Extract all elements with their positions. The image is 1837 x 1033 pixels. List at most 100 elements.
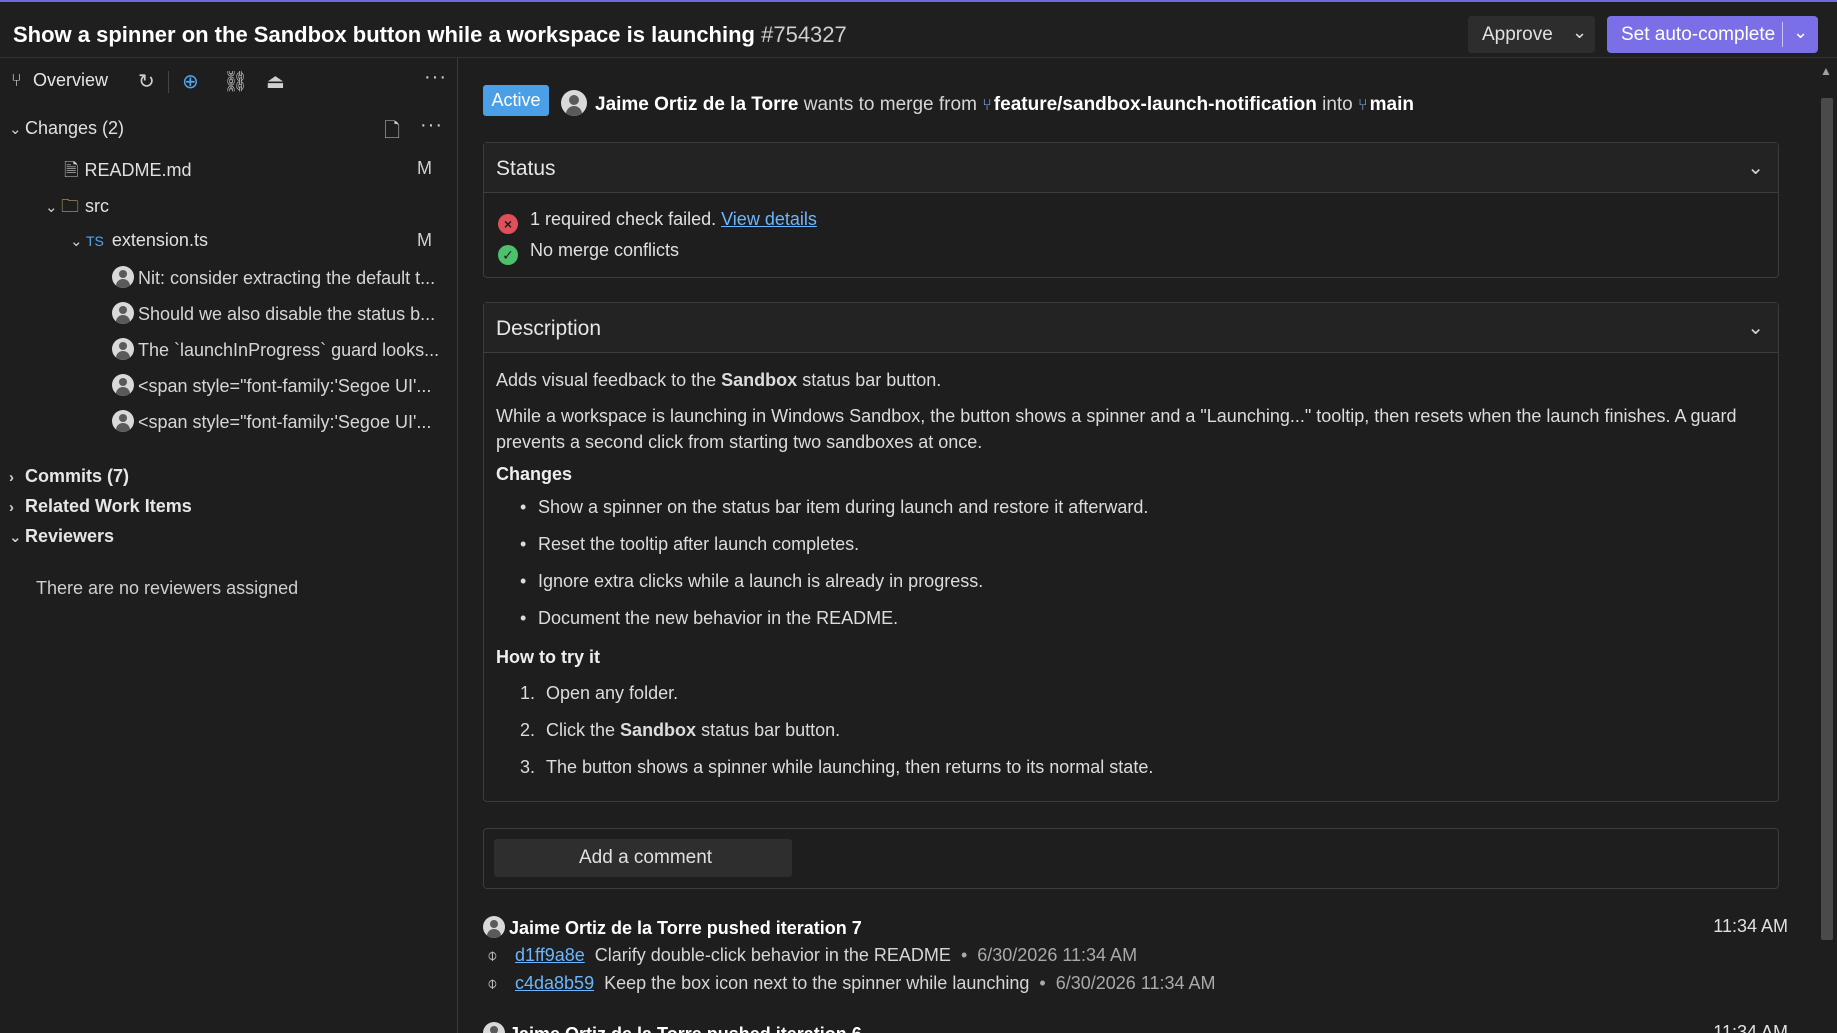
pull-request-view: Show a spinner on the Sandbox button whi… — [0, 0, 1837, 1033]
file-item-extension-ts[interactable]: ⌄ TS extension.ts — [70, 230, 208, 251]
pull-request-icon: ⑂ — [11, 70, 22, 90]
step-number: 1. — [520, 683, 536, 703]
no-reviewers-text: There are no reviewers assigned — [36, 578, 299, 598]
status-card-header[interactable]: Status ⌄ — [484, 143, 1778, 193]
reviewers-section-header[interactable]: ⌄ Reviewers — [9, 526, 114, 547]
modified-badge: M — [417, 158, 432, 178]
folder-icon: 🗀 — [61, 196, 79, 216]
commit-date: 6/30/2026 11:34 AM — [1055, 973, 1216, 993]
typescript-file-icon: TS — [86, 233, 104, 249]
comment-preview: <span style="font-family:'Segoe UI'... — [138, 376, 432, 396]
overview-label: Overview — [33, 70, 109, 90]
avatar — [112, 266, 134, 288]
scrollbar[interactable]: ▲ — [1815, 58, 1837, 1033]
no-conflicts-text: No merge conflicts — [530, 240, 680, 260]
intro-prefix: Adds visual feedback to the — [496, 370, 717, 390]
separator-dot: • — [1039, 973, 1046, 993]
comment-thread-item[interactable]: The `launchInProgress` guard looks... — [112, 338, 442, 361]
overview-button[interactable]: ⑂ Overview — [11, 70, 108, 91]
step-number: 2. — [520, 720, 536, 740]
merge-conflicts-row: ✓ No merge conflicts — [498, 240, 679, 265]
file-item-readme[interactable]: 🗎 README.md — [64, 158, 192, 188]
timeline-event: Jaime Ortiz de la Torre pushed iteration… — [483, 1022, 862, 1033]
description-intro: Adds visual feedback to the Sandbox stat… — [496, 367, 1766, 393]
commit-message: Clarify double-click behavior in the REA… — [594, 945, 951, 965]
commit-sha-link[interactable]: c4da8b59 — [515, 973, 594, 993]
comment-preview: Nit: consider extracting the default t..… — [138, 268, 436, 288]
chevron-down-icon: ⌄ — [70, 233, 83, 250]
folder-name: src — [85, 196, 109, 216]
more-actions-icon[interactable]: ··· — [420, 114, 443, 137]
check-icon: ✓ — [498, 245, 518, 265]
comment-preview: The `launchInProgress` guard looks... — [138, 340, 440, 360]
event-time: 11:34 AM — [1713, 916, 1788, 936]
bullet-icon: • — [520, 534, 527, 554]
commits-section-header[interactable]: › Commits (7) — [9, 466, 129, 487]
error-icon: × — [498, 214, 518, 234]
file-name: README.md — [84, 160, 192, 180]
list-item: 2. Click the Sandbox status bar button. — [520, 720, 840, 741]
changes-label: Changes (2) — [25, 118, 125, 138]
commit-date: 6/30/2026 11:34 AM — [977, 945, 1138, 965]
comment-thread-item[interactable]: Nit: consider extracting the default t..… — [112, 266, 442, 289]
comment-thread-item[interactable]: <span style="font-family:'Segoe UI'... — [112, 374, 442, 397]
list-item: 3. The button shows a spinner while launc… — [520, 757, 1153, 778]
add-comment-button[interactable]: Add a comment — [494, 839, 792, 877]
commit-icon: ⌽ — [487, 973, 498, 993]
commit-message: Keep the box icon next to the spinner wh… — [604, 973, 1030, 993]
author-name[interactable]: Jaime Ortiz de la Torre — [595, 94, 798, 115]
page-title: Show a spinner on the Sandbox button whi… — [13, 22, 847, 48]
reviewers-label: Reviewers — [25, 526, 115, 546]
refresh-icon[interactable]: ↻ — [138, 69, 155, 94]
chevron-down-icon[interactable]: ⌄ — [1747, 315, 1764, 340]
bullet-icon: • — [520, 608, 527, 628]
chevron-down-icon[interactable]: ⌄ — [1793, 22, 1808, 43]
commit-sha-link[interactable]: d1ff9a8e — [515, 945, 585, 965]
bullet-icon: • — [520, 571, 527, 591]
list-item-text: Ignore extra clicks while a launch is al… — [538, 571, 984, 591]
chevron-down-icon[interactable]: ⌄ — [1747, 155, 1764, 180]
avatar — [483, 1022, 505, 1033]
checkout-icon[interactable]: ⏏ — [266, 69, 285, 94]
toolbar-divider — [168, 71, 169, 93]
file-name: extension.ts — [111, 230, 208, 250]
target-branch[interactable]: main — [1370, 94, 1414, 115]
scrollbar-thumb[interactable] — [1821, 98, 1833, 940]
more-actions-icon[interactable]: ··· — [424, 66, 447, 89]
list-item: • Document the new behavior in the README… — [520, 608, 898, 629]
commits-label: Commits (7) — [25, 466, 130, 486]
pr-number: #754327 — [761, 22, 847, 47]
source-branch[interactable]: feature/sandbox-launch-notification — [994, 94, 1317, 115]
comment-thread-item[interactable]: <span style="font-family:'Segoe UI'... — [112, 410, 442, 433]
scroll-up-icon[interactable]: ▲ — [1820, 64, 1832, 78]
changes-section-header[interactable]: ⌄ Changes (2) — [9, 118, 124, 139]
merge-text: into — [1322, 94, 1353, 115]
event-author[interactable]: Jaime Ortiz de la Torre — [509, 918, 702, 938]
list-item-text: Reset the tooltip after launch completes… — [538, 534, 860, 554]
set-autocomplete-button[interactable]: Set auto-complete ⌄ — [1607, 16, 1818, 53]
chevron-down-icon[interactable]: ⌄ — [1572, 22, 1587, 43]
step-bold: Sandbox — [620, 720, 697, 740]
avatar — [112, 410, 134, 432]
howto-heading: How to try it — [496, 647, 600, 667]
event-author[interactable]: Jaime Ortiz de la Torre — [509, 1024, 702, 1033]
work-items-label: Related Work Items — [25, 496, 192, 516]
title-bar: Show a spinner on the Sandbox button whi… — [0, 0, 1837, 58]
avatar — [112, 338, 134, 360]
avatar — [112, 374, 134, 396]
link-icon[interactable]: ⛓ — [223, 69, 248, 94]
modified-badge: M — [417, 230, 432, 250]
view-details-link[interactable]: View details — [721, 209, 817, 229]
approve-button[interactable]: Approve ⌄ — [1468, 16, 1595, 53]
description-card-header[interactable]: Description ⌄ — [484, 303, 1778, 353]
comment-thread-item[interactable]: Should we also disable the status b... — [112, 302, 442, 325]
folder-item-src[interactable]: ⌄ 🗀 src — [45, 194, 109, 224]
sidebar-toolbar: ⑂ Overview ↻ ⊕ ⛓ ⏏ ··· — [0, 58, 458, 104]
commit-icon: ⌽ — [487, 945, 498, 965]
globe-icon[interactable]: ⊕ — [182, 69, 199, 94]
list-item-text: The button shows a spinner while launchi… — [546, 757, 1154, 777]
button-divider — [1782, 22, 1783, 47]
work-items-section-header[interactable]: › Related Work Items — [9, 496, 192, 517]
new-file-icon[interactable]: 🗋 — [384, 116, 400, 150]
event-time: 11:34 AM — [1713, 1022, 1788, 1033]
